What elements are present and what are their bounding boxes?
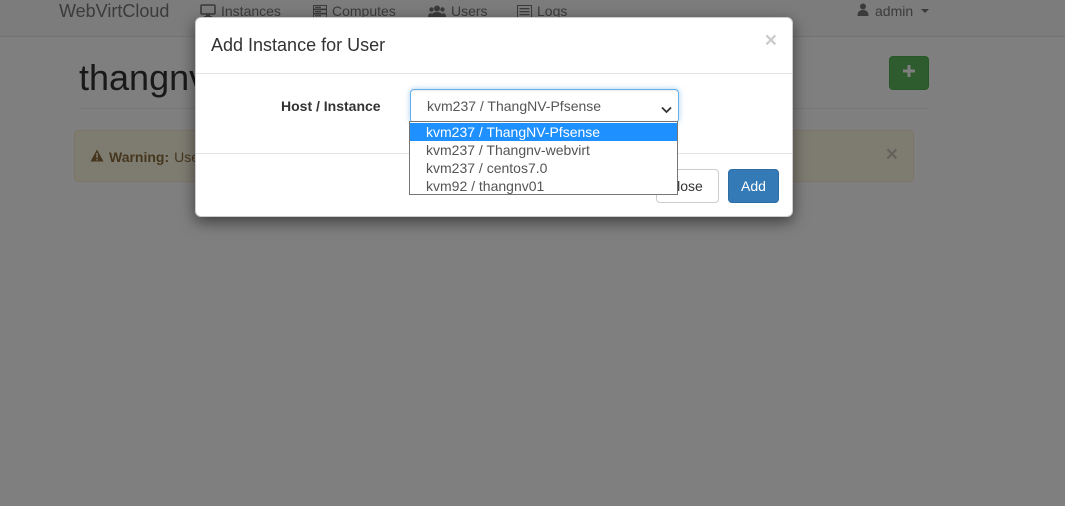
- dropdown-option[interactable]: kvm237 / Thangnv-webvirt: [410, 141, 677, 159]
- host-instance-dropdown: kvm237 / ThangNV-Pfsense kvm237 / Thangn…: [409, 121, 678, 195]
- host-instance-label: Host / Instance: [281, 98, 381, 114]
- select-current-value: kvm237 / ThangNV-Pfsense: [427, 98, 602, 114]
- modal-close-icon[interactable]: ×: [765, 30, 777, 51]
- dropdown-option[interactable]: kvm237 / centos7.0: [410, 159, 677, 177]
- dropdown-option[interactable]: kvm237 / ThangNV-Pfsense: [410, 123, 677, 141]
- chevron-down-icon: [661, 101, 672, 117]
- dropdown-option[interactable]: kvm92 / thangnv01: [410, 177, 677, 195]
- host-instance-select[interactable]: kvm237 / ThangNV-Pfsense: [410, 89, 679, 123]
- modal-header: Add Instance for User ×: [196, 18, 792, 74]
- add-button[interactable]: Add: [728, 169, 779, 203]
- modal-title: Add Instance for User: [211, 35, 386, 55]
